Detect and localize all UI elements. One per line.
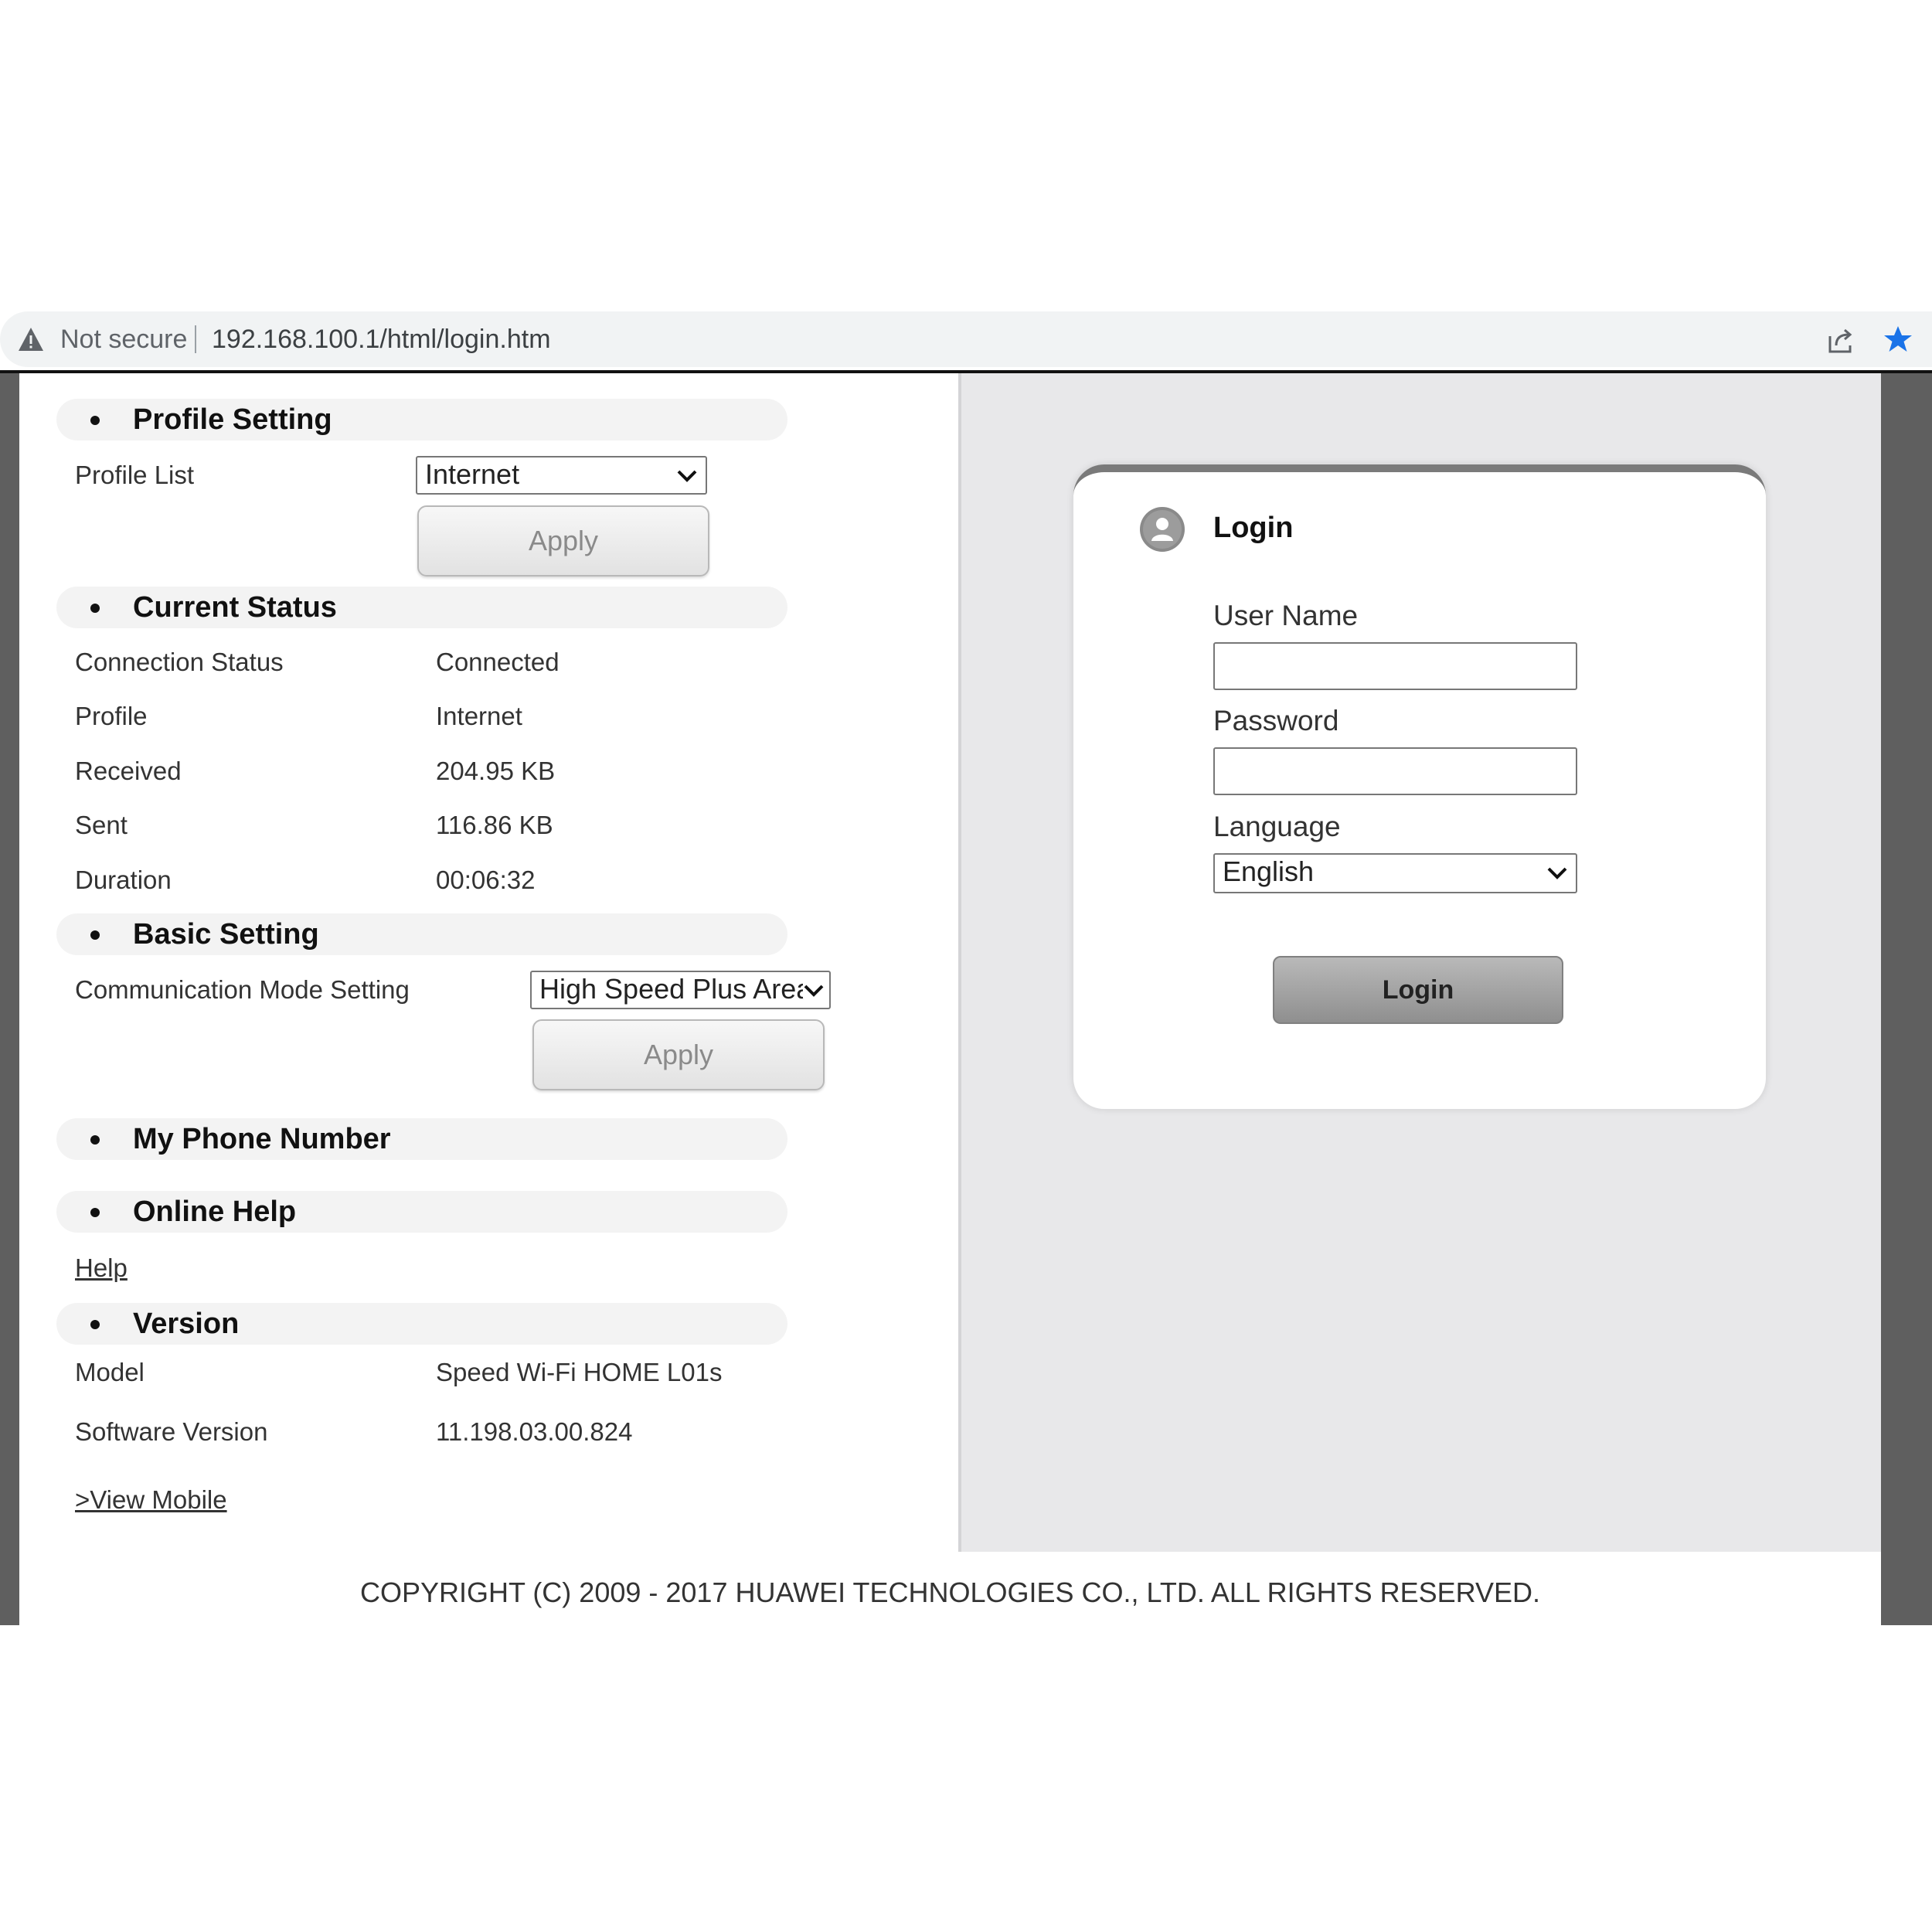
address-bar[interactable]: Not secure 192.168.100.1/html/login.htm	[0, 311, 1932, 367]
warning-triangle-icon	[19, 328, 43, 351]
language-value: English	[1223, 855, 1315, 887]
bullet	[90, 1135, 100, 1145]
username-label: User Name	[1213, 600, 1359, 631]
address-separator	[195, 325, 196, 353]
username-input[interactable]	[1213, 642, 1577, 690]
settings-panel: Profile Setting Profile List Internet Ap…	[19, 373, 958, 1552]
profile-apply-button[interactable]: Apply	[417, 505, 709, 577]
section-title: Current Status	[133, 591, 337, 624]
section-header-my-phone-number[interactable]: My Phone Number	[56, 1118, 787, 1160]
right-frame-border	[1881, 373, 1932, 1625]
communication-mode-label: Communication Mode Setting	[75, 975, 410, 1004]
connection-status-label: Connection Status	[75, 648, 284, 676]
url-text[interactable]: 192.168.100.1/html/login.htm	[212, 324, 551, 355]
software-version-value: 11.198.03.00.824	[436, 1417, 633, 1446]
chevron-down-icon	[677, 470, 697, 482]
sent-label: Sent	[75, 811, 128, 839]
help-link[interactable]: Help	[75, 1253, 128, 1283]
profile-list-select[interactable]: Internet	[416, 456, 707, 495]
section-header-version: Version	[56, 1303, 787, 1345]
profile-label: Profile	[75, 702, 148, 730]
left-frame-border	[0, 373, 19, 1625]
login-title: Login	[1213, 512, 1294, 544]
section-title: Online Help	[133, 1196, 297, 1228]
bullet	[90, 604, 100, 613]
chevron-down-icon	[803, 983, 825, 998]
duration-label: Duration	[75, 866, 172, 894]
footer: COPYRIGHT (C) 2009 - 2017 HUAWEI TECHNOL…	[19, 1552, 1881, 1625]
login-card: Login User Name Password Language Englis…	[1073, 464, 1766, 1109]
received-label: Received	[75, 757, 182, 785]
model-label: Model	[75, 1358, 145, 1386]
software-version-label: Software Version	[75, 1417, 268, 1446]
bullet	[90, 1320, 100, 1329]
user-avatar-icon	[1140, 507, 1185, 552]
share-icon[interactable]	[1825, 325, 1856, 356]
profile-list-value: Internet	[425, 458, 520, 490]
duration-value: 00:06:32	[436, 866, 536, 894]
communication-mode-value: High Speed Plus Area	[539, 973, 812, 1005]
section-title: Version	[133, 1308, 240, 1340]
view-mobile-link[interactable]: >View Mobile	[75, 1485, 227, 1515]
profile-value: Internet	[436, 702, 522, 730]
section-title: Profile Setting	[133, 403, 332, 436]
section-title: Basic Setting	[133, 918, 319, 951]
basic-apply-button[interactable]: Apply	[532, 1019, 825, 1090]
bullet	[90, 416, 100, 425]
password-label: Password	[1213, 705, 1339, 736]
section-header-current-status: Current Status	[56, 587, 787, 628]
bullet	[90, 1208, 100, 1217]
password-input[interactable]	[1213, 747, 1577, 795]
login-button[interactable]: Login	[1273, 956, 1563, 1024]
connection-status-value: Connected	[436, 648, 560, 676]
security-label[interactable]: Not secure	[60, 324, 187, 355]
section-header-online-help: Online Help	[56, 1191, 787, 1233]
section-header-profile-setting: Profile Setting	[56, 399, 787, 440]
language-select[interactable]: English	[1213, 853, 1577, 893]
bullet	[90, 930, 100, 940]
copyright-text: COPYRIGHT (C) 2009 - 2017 HUAWEI TECHNOL…	[359, 1577, 1541, 1608]
language-label: Language	[1213, 811, 1341, 842]
section-header-basic-setting: Basic Setting	[56, 913, 787, 955]
section-title: My Phone Number	[133, 1123, 391, 1155]
star-icon[interactable]	[1883, 324, 1913, 355]
sent-value: 116.86 KB	[436, 811, 553, 839]
communication-mode-select[interactable]: High Speed Plus Area	[530, 971, 831, 1009]
received-value: 204.95 KB	[436, 757, 556, 785]
model-value: Speed Wi-Fi HOME L01s	[436, 1358, 723, 1386]
chevron-down-icon	[1547, 867, 1567, 879]
profile-list-label: Profile List	[75, 461, 195, 489]
